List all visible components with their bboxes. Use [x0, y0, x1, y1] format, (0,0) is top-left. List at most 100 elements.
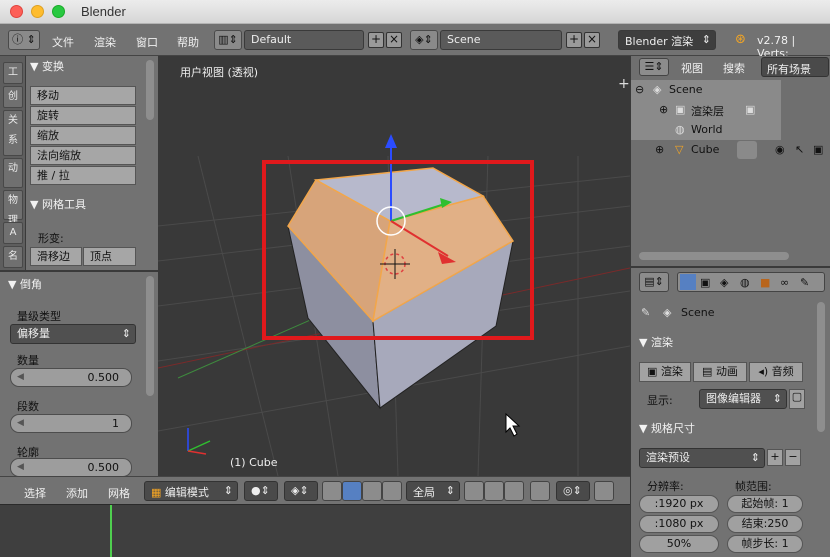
vertex-select-icon[interactable] — [464, 481, 484, 501]
face-select-icon[interactable] — [504, 481, 524, 501]
pin-icon[interactable]: ✎ — [641, 306, 650, 319]
outliner-item-world[interactable]: ◍ World — [631, 120, 781, 140]
render-panel-header[interactable]: ▼ 渲染 — [639, 334, 809, 354]
outliner-item-render-layers[interactable]: ⊕ ▣ 渲染层 ▣ — [631, 100, 781, 120]
push-pull-button[interactable]: 推 / 拉 — [30, 166, 136, 185]
object-tab-icon[interactable]: ■ — [760, 276, 770, 289]
shrink-fatten-button[interactable]: 法向缩放 — [30, 146, 136, 165]
tab-animation[interactable]: 动 — [3, 158, 23, 188]
rotate-button[interactable]: 旋转 — [30, 106, 136, 125]
lock-interface-icon[interactable]: ▢ — [789, 389, 805, 409]
menu-window[interactable]: 窗口 — [136, 34, 158, 50]
limit-selection-icon[interactable] — [530, 481, 550, 501]
render-presets-select[interactable]: 渲染预设 ⇕ — [639, 448, 765, 468]
modifiers-tab-icon[interactable]: ✎ — [800, 276, 809, 289]
frame-start-field[interactable]: 起始帧: 1 — [727, 495, 803, 513]
outliner-scrollbar[interactable] — [639, 252, 789, 260]
expand-icon[interactable]: ⊕ — [655, 143, 664, 156]
properties-scrollbar[interactable] — [817, 302, 825, 432]
render-camera-icon[interactable]: ▣ — [813, 143, 823, 156]
animation-button[interactable]: ▤ 动画 — [693, 362, 747, 382]
proportional-edit-select[interactable]: ◎⇕ — [556, 481, 590, 501]
render-layers-tab-icon[interactable]: ▣ — [700, 276, 710, 289]
rotate-manipulator-icon[interactable] — [362, 481, 382, 501]
tab-name[interactable]: 名 — [3, 246, 23, 268]
menu-mesh[interactable]: 网格 — [108, 485, 130, 501]
selectability-cursor-icon[interactable]: ↖ — [795, 143, 804, 156]
outliner-view-menu[interactable]: 视图 — [681, 60, 703, 76]
amount-slider[interactable]: ◀ 0.500 — [10, 368, 132, 387]
collapse-icon[interactable]: ⊖ — [635, 83, 644, 96]
menu-file[interactable]: 文件 — [52, 34, 74, 50]
menu-select[interactable]: 选择 — [24, 485, 46, 501]
pivot-point-select[interactable]: ◈⇕ — [284, 481, 318, 501]
resolution-y-field[interactable]: :1080 px — [639, 515, 719, 533]
world-tab-icon[interactable]: ◍ — [740, 276, 750, 289]
minimize-window-button[interactable] — [31, 5, 44, 18]
manipulator-toggle-icon[interactable] — [322, 481, 342, 501]
edge-select-icon[interactable] — [484, 481, 504, 501]
tab-physics[interactable]: 物理 — [3, 190, 23, 226]
screen-layout-field[interactable]: Default — [244, 30, 364, 50]
maximize-window-button[interactable] — [52, 5, 65, 18]
outliner-editor-type-icon[interactable]: ☰⇕ — [639, 58, 669, 76]
resolution-x-field[interactable]: :1920 px — [639, 495, 719, 513]
vertex-slide-button[interactable]: 顶点 — [83, 247, 136, 266]
profile-slider[interactable]: ◀ 0.500 — [10, 458, 132, 477]
remove-preset-button[interactable]: − — [785, 449, 801, 466]
add-region-icon[interactable]: + — [618, 76, 630, 92]
scene-field[interactable]: Scene — [440, 30, 562, 50]
toolshelf-scrollbar[interactable] — [146, 60, 154, 120]
tab-relations[interactable]: 关系 — [3, 110, 23, 156]
audio-button[interactable]: ◂) 音频 — [749, 362, 803, 382]
remove-screen-button[interactable]: × — [386, 32, 402, 48]
current-frame-marker[interactable] — [110, 505, 112, 557]
expand-icon[interactable]: ⊕ — [659, 103, 668, 116]
menu-help[interactable]: 帮助 — [177, 34, 199, 50]
segments-slider[interactable]: ◀ 1 — [10, 414, 132, 433]
dimensions-panel-header[interactable]: ▼ 规格尺寸 — [639, 420, 809, 440]
editor-type-button[interactable]: ⓘ ⇕ — [8, 30, 40, 50]
scene-icon[interactable]: ◈⇕ — [410, 30, 438, 50]
properties-editor-type-icon[interactable]: ▤⇕ — [639, 272, 669, 292]
transform-panel-header[interactable]: ▼ 变换 — [30, 58, 150, 76]
constraints-tab-icon[interactable]: ∞ — [780, 276, 789, 289]
translate-manipulator-icon[interactable] — [342, 481, 362, 501]
resolution-percent-field[interactable]: 50% — [639, 535, 719, 553]
add-preset-button[interactable]: + — [767, 449, 783, 466]
screen-layout-icon[interactable]: ▥⇕ — [214, 30, 242, 50]
tab-a[interactable]: A — [3, 222, 23, 244]
tab-create[interactable]: 创 — [3, 86, 23, 108]
mesh-data-icon[interactable] — [737, 141, 757, 159]
orientation-select[interactable]: 全局 ⇕ — [406, 481, 460, 501]
scale-manipulator-icon[interactable] — [382, 481, 402, 501]
outliner-search-menu[interactable]: 搜索 — [723, 60, 745, 76]
tab-tools[interactable]: 工 — [3, 62, 23, 84]
timeline-area[interactable] — [0, 504, 630, 557]
remove-scene-button[interactable]: × — [584, 32, 600, 48]
viewport-shading-select[interactable]: ●⇕ — [244, 481, 278, 501]
outliner-item-scene[interactable]: ⊖ ◈ Scene — [631, 80, 781, 100]
amount-type-select[interactable]: 偏移量 ⇕ — [10, 324, 136, 344]
bevel-panel-scrollbar[interactable] — [146, 276, 154, 396]
add-screen-button[interactable]: + — [368, 32, 384, 48]
scale-button[interactable]: 缩放 — [30, 126, 136, 145]
frame-end-field[interactable]: 结束:250 — [727, 515, 803, 533]
outliner-item-cube[interactable]: ⊕ ▽ Cube ◉ ↖ ▣ — [631, 140, 830, 160]
bevel-panel-header[interactable]: ▼ 倒角 — [8, 276, 128, 294]
visibility-eye-icon[interactable]: ◉ — [775, 143, 785, 156]
add-scene-button[interactable]: + — [566, 32, 582, 48]
frame-step-field[interactable]: 帧步长: 1 — [727, 535, 803, 553]
translate-button[interactable]: 移动 — [30, 86, 136, 105]
mode-select[interactable]: ▦ 编辑模式 ⇕ — [144, 481, 238, 501]
3d-viewport[interactable]: 用户视图 (透视) (1) Cube + — [158, 56, 630, 476]
render-engine-select[interactable]: Blender 渲染 ⇕ — [618, 30, 716, 50]
snap-icon[interactable] — [594, 481, 614, 501]
menu-add[interactable]: 添加 — [66, 485, 88, 501]
edge-slide-button[interactable]: 滑移边 — [30, 247, 82, 266]
gizmo-z-arrow-icon[interactable] — [385, 134, 397, 148]
close-window-button[interactable] — [10, 5, 23, 18]
outliner-filter-select[interactable]: 所有场景 — [761, 57, 829, 77]
mesh-tools-panel-header[interactable]: ▼ 网格工具 — [30, 196, 150, 214]
display-select[interactable]: 图像编辑器 ⇕ — [699, 389, 787, 409]
